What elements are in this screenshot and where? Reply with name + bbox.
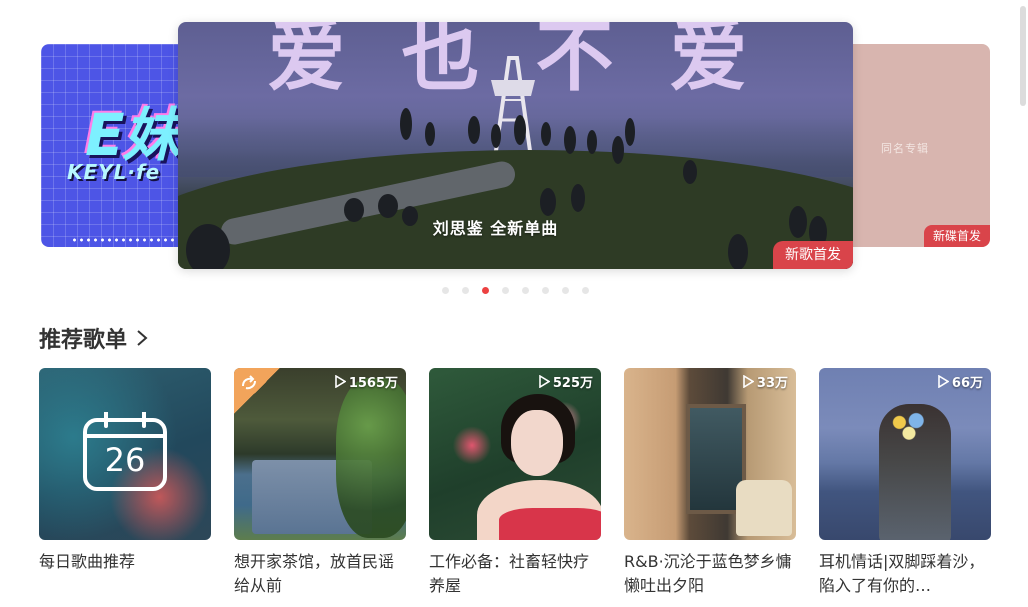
carousel-dot[interactable] [462, 287, 469, 294]
scrollbar-thumb[interactable] [1020, 6, 1026, 106]
play-count: 525万 [538, 372, 593, 391]
play-icon [539, 375, 550, 388]
play-icon [938, 375, 949, 388]
playlist-grid: 26 每日歌曲推荐 1565万 想开家茶馆，放首民谣给从前 525万 工作必备：… [39, 368, 991, 598]
banner-left-dots [71, 238, 181, 242]
corner-badge [234, 368, 280, 414]
carousel-dot[interactable] [562, 287, 569, 294]
playlist-card-daily[interactable]: 26 每日歌曲推荐 [39, 368, 211, 598]
play-count-value: 1565万 [348, 376, 398, 391]
portrait-dress [499, 508, 601, 540]
carousel-dot[interactable] [502, 287, 509, 294]
playlist-cover[interactable]: 33万 [624, 368, 796, 540]
play-icon [743, 375, 754, 388]
recommended-playlists-header[interactable]: 推荐歌单 [39, 322, 149, 354]
carousel-dot[interactable] [542, 287, 549, 294]
plant-image [336, 378, 406, 538]
play-count: 1565万 [334, 372, 398, 391]
playlist-title[interactable]: 耳机情话|双脚踩着沙，陷入了有你的… [819, 550, 991, 598]
playlist-cover[interactable]: 26 [39, 368, 211, 540]
play-icon [335, 375, 346, 388]
play-count-value: 525万 [552, 376, 593, 391]
banner-slide-right[interactable]: 同名专辑 新碟首发 [845, 44, 990, 247]
playlist-cover[interactable]: 1565万 [234, 368, 406, 540]
playlist-title[interactable]: 想开家茶馆，放首民谣给从前 [234, 550, 406, 598]
playlist-cover[interactable]: 525万 [429, 368, 601, 540]
playlist-title[interactable]: 每日歌曲推荐 [39, 550, 211, 598]
banner-right-album-text: 同名专辑 [881, 142, 929, 155]
banner-left-sublogo: KEYL·fe [67, 160, 161, 184]
chevron-right-icon [137, 330, 148, 346]
banner-carousel: E妹 KEYL·fe 同名专辑 新碟首发 爱也不爱 刘思鉴 全新单曲 新歌首发 [0, 0, 1028, 300]
play-count-value: 66万 [951, 376, 983, 391]
banner-slide-center[interactable]: 爱也不爱 刘思鉴 全新单曲 新歌首发 [178, 22, 853, 269]
flowers-image [885, 408, 933, 444]
playlist-card[interactable]: 33万 R&B·沉沦于蓝色梦乡慵懒吐出夕阳 [624, 368, 796, 598]
section-title: 推荐歌单 [39, 328, 128, 353]
carousel-dot[interactable] [442, 287, 449, 294]
playlist-title[interactable]: 工作必备：社畜轻快疗养屋 [429, 550, 601, 598]
play-count: 66万 [937, 372, 983, 391]
play-count-value: 33万 [756, 376, 788, 391]
playlist-card[interactable]: 66万 耳机情话|双脚踩着沙，陷入了有你的… [819, 368, 991, 598]
carousel-indicator [442, 287, 589, 294]
carousel-dot[interactable] [582, 287, 589, 294]
banner-right-tag: 新碟首发 [923, 225, 990, 247]
playlist-title[interactable]: R&B·沉沦于蓝色梦乡慵懒吐出夕阳 [624, 550, 796, 598]
banner-center-subtitle: 刘思鉴 全新单曲 [432, 219, 559, 238]
portrait-face [511, 410, 563, 476]
playlist-cover[interactable]: 66万 [819, 368, 991, 540]
banner-center-tag: 新歌首发 [773, 241, 853, 269]
banner-center-big-title: 爱也不爱 [267, 22, 804, 102]
calendar-day-number: 26 [104, 441, 146, 479]
play-count: 33万 [742, 372, 788, 391]
banner-slide-left[interactable]: E妹 KEYL·fe [41, 44, 191, 247]
playlist-card[interactable]: 525万 工作必备：社畜轻快疗养屋 [429, 368, 601, 598]
carousel-dot[interactable] [522, 287, 529, 294]
sync-icon [242, 375, 256, 390]
scrollbar[interactable] [1018, 0, 1028, 607]
carousel-dot-active[interactable] [482, 287, 489, 294]
playlist-card[interactable]: 1565万 想开家茶馆，放首民谣给从前 [234, 368, 406, 598]
bag-image [736, 480, 792, 536]
